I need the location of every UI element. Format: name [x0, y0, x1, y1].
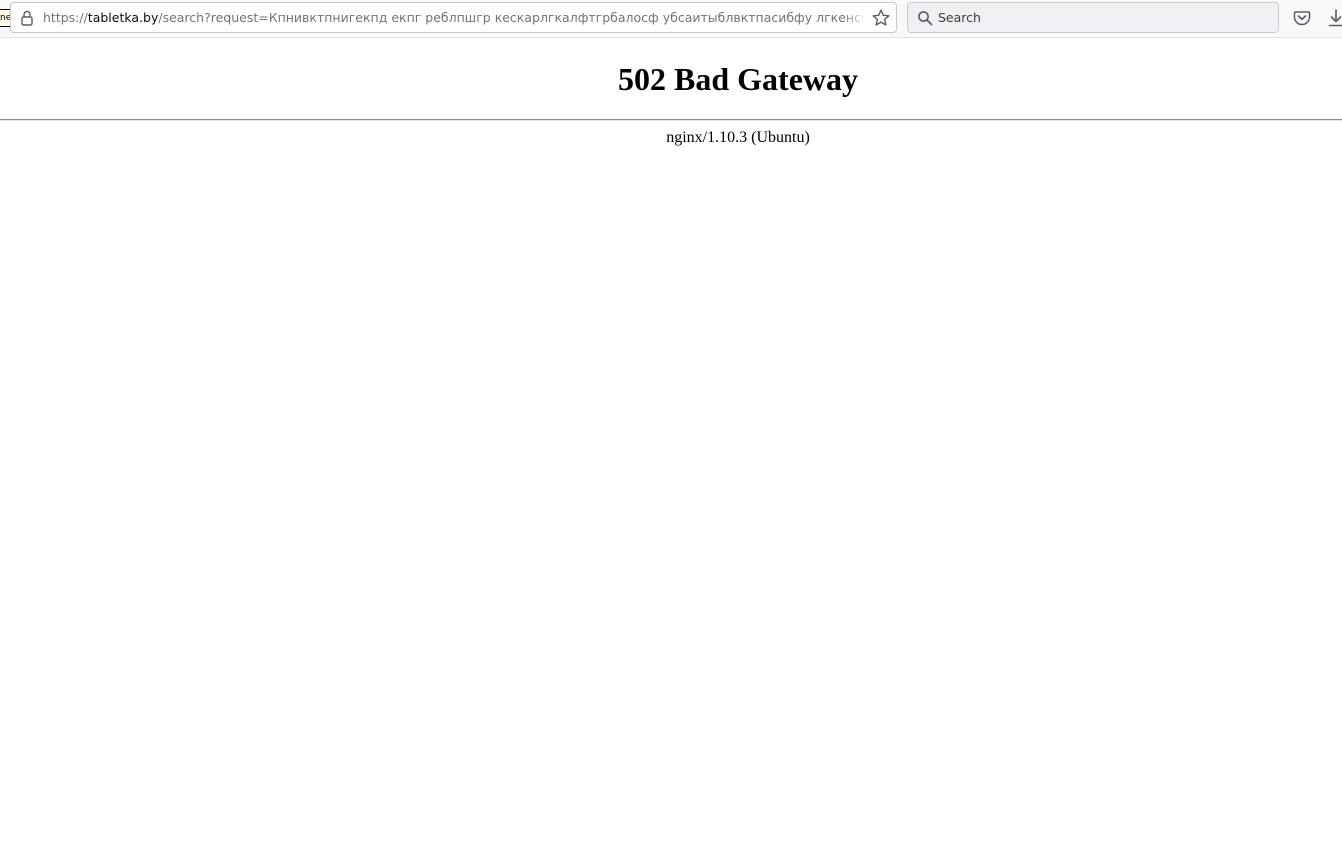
horizontal-rule: [0, 119, 1342, 121]
download-icon[interactable]: [1328, 8, 1342, 28]
search-icon: [918, 11, 933, 26]
url-host: tabletka.by: [87, 10, 159, 25]
server-signature: nginx/1.10.3 (Ubuntu): [666, 129, 810, 146]
url-text[interactable]: https://tabletka.by/search?request=Кпнив…: [43, 3, 863, 32]
error-title: 502 Bad Gateway: [618, 61, 858, 97]
browser-toolbar: ne https://tabletka.by/search?request=Кп…: [0, 0, 1342, 38]
star-icon[interactable]: [871, 8, 891, 28]
search-input[interactable]: [938, 5, 1268, 30]
url-scheme: https://: [43, 10, 88, 25]
page-content: 502 Bad Gateway nginx/1.10.3 (Ubuntu): [0, 38, 1342, 841]
url-fade: [843, 4, 867, 31]
lock-icon[interactable]: [20, 10, 34, 26]
url-path: /search?request=Кпнивктпнигекпд екпг реб…: [158, 10, 863, 25]
pocket-icon[interactable]: [1293, 9, 1311, 27]
address-bar[interactable]: https://tabletka.by/search?request=Кпнив…: [10, 2, 897, 33]
search-bar[interactable]: [907, 2, 1279, 33]
